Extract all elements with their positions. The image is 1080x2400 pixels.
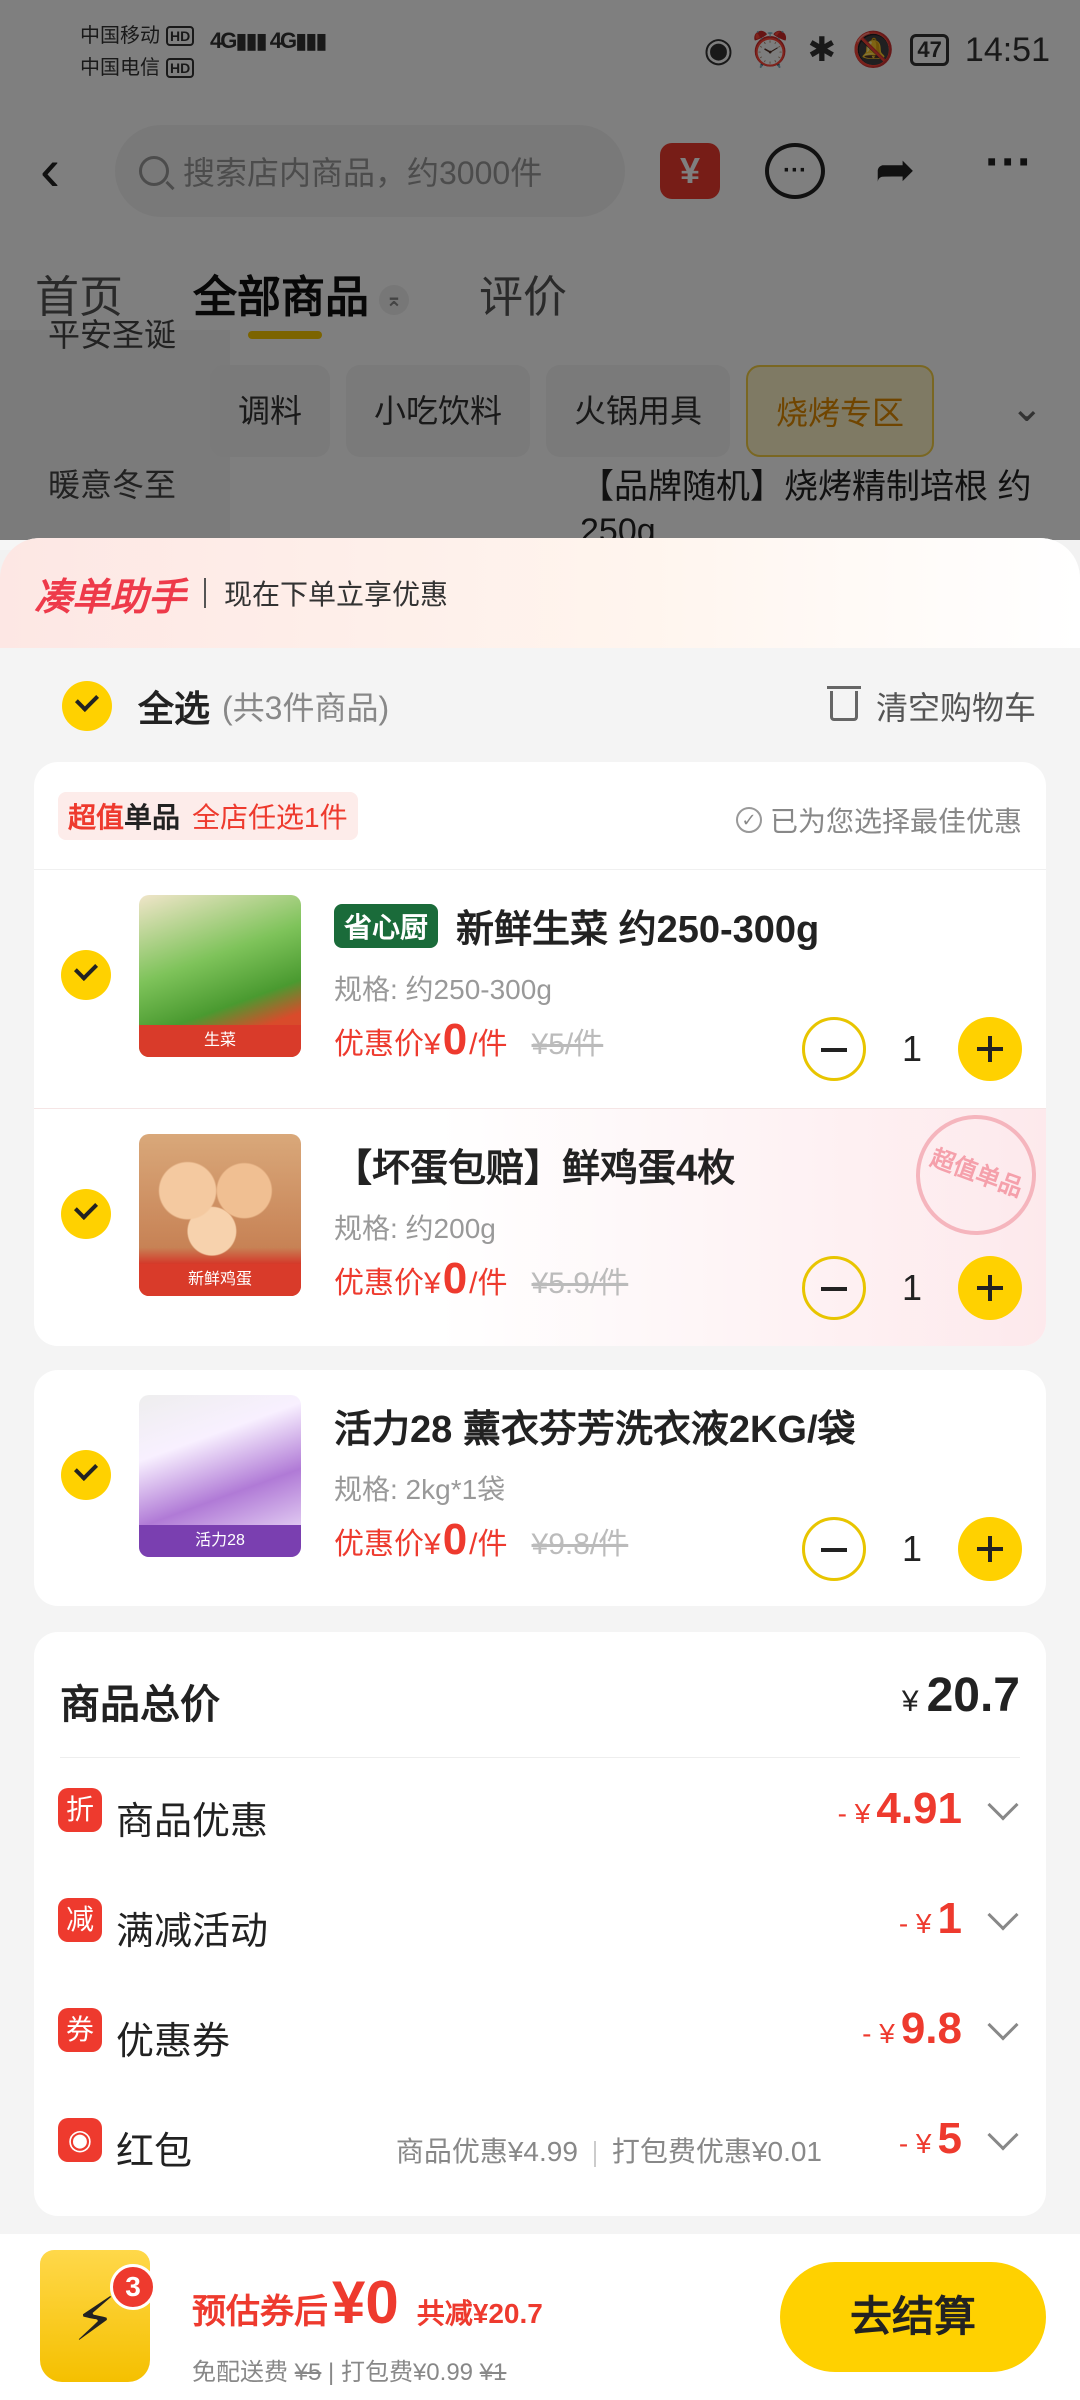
product-image[interactable]: 新鲜鸡蛋: [139, 1134, 301, 1296]
trash-icon: [826, 685, 861, 721]
quantity-value: 1: [901, 1267, 923, 1308]
item-checkbox[interactable]: [61, 1189, 111, 1239]
item-name[interactable]: 活力28 薰衣芬芳洗衣液2KG/袋: [334, 1398, 856, 1453]
full-reduction-row[interactable]: 减 满减活动 - ¥1: [58, 1890, 1022, 1953]
quantity-stepper: 1: [802, 1256, 1022, 1320]
clear-cart-button[interactable]: 清空购物车: [826, 683, 1036, 729]
estimated-price: 预估券后 ¥0 共减¥20.7: [192, 2269, 543, 2336]
reduction-icon: 减: [58, 1898, 102, 1942]
red-packet-row[interactable]: ◉ 红包 商品优惠¥4.99 打包费优惠¥0.01 - ¥5: [58, 2110, 1022, 2173]
checkout-bar: ⚡ 3 预估券后 ¥0 共减¥20.7 免配送费 ¥5 | 打包费¥0.99 ¥1 …: [0, 2234, 1080, 2400]
item-name[interactable]: 省心厨 新鲜生菜 约250-300g: [334, 898, 819, 953]
coupon-row[interactable]: 券 优惠券 - ¥9.8: [58, 2000, 1022, 2063]
red-packet-icon: ◉: [58, 2118, 102, 2162]
helper-subtitle: 现在下单立享优惠: [224, 579, 449, 610]
promo-group-card: 超值 单品 全店任选1件 ✓ 已为您选择最佳优惠 生菜 省心厨 新鲜生菜 约250-30…: [34, 762, 1046, 1346]
best-offer-note: ✓ 已为您选择最佳优惠: [735, 800, 1022, 840]
check-circle-icon: ✓: [735, 807, 762, 833]
fee-note: 免配送费 ¥5 | 打包费¥0.99 ¥1: [192, 2359, 507, 2386]
product-image[interactable]: 活力28: [139, 1395, 301, 1557]
cart-item: 生菜 省心厨 新鲜生菜 约250-300g 规格: 约250-300g 优惠价 ¥0…: [34, 870, 1046, 1108]
select-all-checkbox[interactable]: [62, 680, 112, 731]
summary-title: 商品总价: [60, 1683, 220, 1727]
chevron-down-icon[interactable]: [987, 1899, 1019, 1931]
item-checkbox[interactable]: [61, 950, 111, 1000]
decrease-button[interactable]: [802, 1017, 866, 1081]
increase-button[interactable]: [958, 1017, 1022, 1081]
item-price: 优惠价 ¥0/件 ¥9.8/件: [334, 1515, 629, 1564]
coupon-icon: 券: [58, 2008, 102, 2052]
item-spec: 规格: 约200g: [334, 1213, 496, 1244]
quantity-stepper: 1: [802, 1517, 1022, 1581]
cart-item: 活力28 活力28 薰衣芬芳洗衣液2KG/袋 规格: 2kg*1袋 优惠价 ¥0/…: [34, 1370, 1046, 1606]
chevron-down-icon[interactable]: [987, 1789, 1019, 1821]
discount-row[interactable]: 折 商品优惠 - ¥4.91: [58, 1780, 1022, 1843]
quantity-value: 1: [901, 1028, 923, 1069]
item-count: (共3件商品): [222, 689, 390, 726]
quantity-value: 1: [901, 1528, 923, 1569]
checkout-button[interactable]: 去结算: [780, 2262, 1046, 2372]
increase-button[interactable]: [958, 1517, 1022, 1581]
order-helper-banner: 凑单助手 现在下单立享优惠: [0, 538, 1080, 648]
cart-item: 超值单品 新鲜鸡蛋 【坏蛋包赔】鲜鸡蛋4枚 规格: 约200g 优惠价 ¥0/件 ¥…: [34, 1098, 1046, 1346]
store-page-background: 中国移动HD 中国电信HD 4G▮▮▮ 4G▮▮▮ ◉ ⏰ ✱ 🔕 47 14:…: [0, 0, 1080, 550]
dim-overlay[interactable]: [0, 0, 1080, 540]
decrease-button[interactable]: [802, 1256, 866, 1320]
item-spec: 规格: 约250-300g: [334, 974, 552, 1005]
chevron-down-icon[interactable]: [987, 2119, 1019, 2151]
discount-icon: 折: [58, 1788, 102, 1832]
select-all-label[interactable]: 全选: [138, 680, 210, 732]
cart-count-badge: 3: [110, 2264, 156, 2310]
value-item-stamp: 超值单品: [899, 1098, 1046, 1252]
item-price: 优惠价 ¥0/件 ¥5/件: [334, 1015, 604, 1064]
red-packet-note: 商品优惠¥4.99 打包费优惠¥0.01: [395, 2136, 822, 2167]
helper-title: 凑单助手: [34, 576, 187, 619]
product-image[interactable]: 生菜: [139, 895, 301, 1057]
promo-tag: 超值 单品 全店任选1件: [58, 791, 358, 840]
select-all-row: 全选 (共3件商品) 清空购物车: [0, 648, 1080, 763]
increase-button[interactable]: [958, 1256, 1022, 1320]
promo-header: 超值 单品 全店任选1件 ✓ 已为您选择最佳优惠: [34, 762, 1046, 870]
item-name[interactable]: 【坏蛋包赔】鲜鸡蛋4枚: [334, 1137, 735, 1192]
chevron-down-icon[interactable]: [987, 2009, 1019, 2041]
item-price: 优惠价 ¥0/件 ¥5.9/件: [334, 1254, 629, 1303]
brand-badge: 省心厨: [334, 903, 439, 948]
price-summary: 商品总价 ¥20.7 折 商品优惠 - ¥4.91 减 满减活动 - ¥1 券 …: [34, 1632, 1046, 2216]
cart-item-card: 活力28 活力28 薰衣芬芳洗衣液2KG/袋 规格: 2kg*1袋 优惠价 ¥0/…: [34, 1370, 1046, 1606]
quantity-stepper: 1: [802, 1017, 1022, 1081]
item-checkbox[interactable]: [61, 1450, 111, 1500]
item-spec: 规格: 2kg*1袋: [334, 1474, 506, 1505]
summary-total: ¥20.7: [901, 1669, 1020, 1722]
decrease-button[interactable]: [802, 1517, 866, 1581]
